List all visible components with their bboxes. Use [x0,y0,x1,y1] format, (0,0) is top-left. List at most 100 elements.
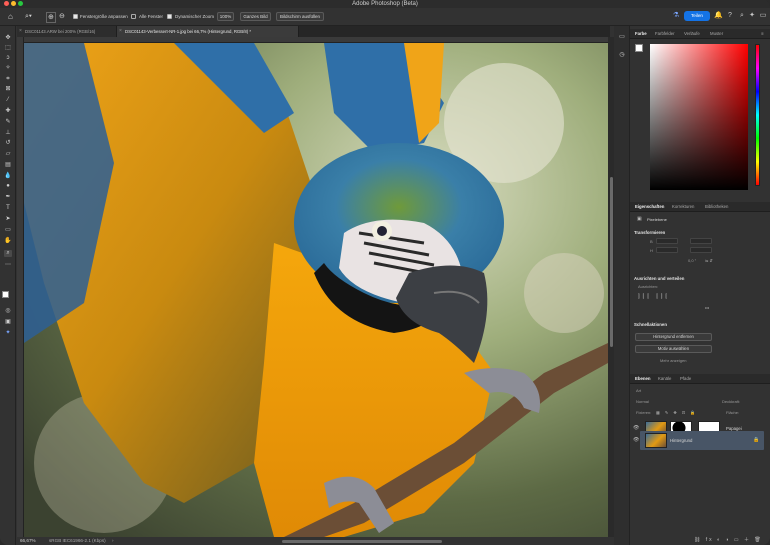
x-field[interactable] [690,238,712,244]
kind-filter[interactable]: Art [636,388,641,393]
saturation-value-field[interactable] [650,44,748,190]
foreground-color-swatch[interactable] [2,291,9,298]
marquee-tool-icon[interactable]: ⬚ [4,45,12,52]
hand-tool-icon[interactable]: ✋ [4,238,12,245]
rectangle-tool-icon[interactable]: ▭ [4,227,12,234]
vertical-scroll-thumb[interactable] [609,177,613,347]
opacity-label: Deckkraft: [722,399,741,404]
tab-color[interactable]: Farbe [635,29,647,39]
more-tools-icon[interactable]: ⋯ [4,262,12,269]
discover-bulb-icon[interactable]: ✦ [748,12,756,20]
eyedropper-tool-icon[interactable]: ⁄ [4,97,12,104]
history-icon[interactable]: ◷ [618,52,626,59]
tab-patterns[interactable]: Muster [710,29,723,39]
tab-jpg-document[interactable]: × DSC01143-Verbessert-NR-1.jpg bei 66,7%… [117,26,299,37]
y-field[interactable] [690,247,712,253]
close-tab-icon[interactable]: × [119,26,122,37]
vertical-ruler[interactable] [17,37,24,537]
dodge-tool-icon[interactable]: ● [4,183,12,190]
tab-paths[interactable]: Pfade [680,374,691,384]
transform-section-title[interactable]: Transformieren [634,230,665,235]
search-icon[interactable]: ⌕ [738,12,746,20]
home-icon[interactable]: ⌂ [8,12,13,21]
type-tool-icon[interactable]: T [4,205,12,212]
layer-name[interactable]: Hintergrund [670,438,692,443]
tab-properties[interactable]: Eigenschaften [635,202,664,212]
zoom-tool-icon[interactable]: ⌕ [4,250,12,257]
fill-screen-button[interactable]: Bildschirm ausfüllen [276,12,324,21]
close-tab-icon[interactable]: × [19,26,22,37]
quick-mask-icon[interactable]: ◎ [4,308,12,315]
color-panel-tabs: Farbe Farbfelder Verläufe Muster ≡ [630,29,770,39]
help-icon[interactable]: ? [726,12,734,20]
document-profile[interactable]: sRGB IEC61966-2.1 (Kbps) [49,537,106,545]
fit-screen-button[interactable]: Ganzes Bild [240,12,271,21]
width-field[interactable] [656,238,678,244]
quick-actions-title[interactable]: Schnellaktionen [634,322,667,327]
foreground-swatch[interactable] [635,44,643,52]
hue-slider[interactable] [755,44,760,186]
align-section-title[interactable]: Ausrichten und verteilen [634,276,684,281]
layers-panel-tabs: Ebenen Kanäle Pfade [630,374,770,384]
eraser-tool-icon[interactable]: ▱ [4,151,12,158]
lock-icons[interactable]: ▦ ✎ ✥ ⊡ 🔒 [656,410,697,415]
layer-row-background[interactable]: 👁 Hintergrund 🔒 [633,431,764,450]
scrubby-zoom-checkbox[interactable] [167,14,172,19]
tab-channels[interactable]: Kanäle [658,374,671,384]
frame-tool-icon[interactable]: ⊠ [4,86,12,93]
resize-windows-checkbox[interactable] [73,14,78,19]
share-button[interactable]: Teilen [684,11,710,21]
workspace-icon[interactable]: ▭ [759,12,767,20]
zoom-level[interactable]: 66,67% [20,537,36,545]
tab-swatches[interactable]: Farbfelder [655,29,675,39]
show-more-link[interactable]: Mehr anzeigen [660,358,686,363]
blur-tool-icon[interactable]: 💧 [4,173,12,180]
visibility-eye-icon[interactable]: 👁 [633,437,639,443]
tab-layers[interactable]: Ebenen [635,374,651,384]
pen-tool-icon[interactable]: ✒ [4,194,12,201]
object-select-tool-icon[interactable]: ✧ [4,65,12,72]
visibility-eye-icon[interactable]: 👁 [633,425,639,431]
title-bar: Adobe Photoshop (Beta) [0,0,770,8]
tab-gradients[interactable]: Verläufe [684,29,700,39]
screen-mode-icon[interactable]: ▣ [4,319,12,326]
document-canvas[interactable] [24,43,608,537]
resize-windows-label: Fensterg­röße anpassen [80,14,128,19]
beaker-icon[interactable]: ⚗ [672,12,680,20]
profile-arrow-icon[interactable]: › [112,537,114,545]
panel-menu-icon[interactable]: ≡ [761,29,764,39]
horizontal-scroll-thumb[interactable] [282,539,442,543]
history-brush-tool-icon[interactable]: ↺ [4,140,12,147]
gradient-tool-icon[interactable]: ▤ [4,162,12,169]
tools-panel: ✥ ⬚ ↄ ✧ ⌗ ⊠ ⁄ ✚ ✎ ⊥ ↺ ▱ ▤ 💧 ● ✒ T ➤ ▭ ✋ … [0,26,16,545]
bell-icon[interactable]: 🔔 [714,12,723,20]
tab-adjustments[interactable]: Korrekturen [672,202,694,212]
comments-icon[interactable]: ▭ [618,34,626,41]
tab-raw-document[interactable]: × DSC01143.ARW bei 200% (RGB/16) [17,26,117,37]
select-subject-button[interactable]: Motiv auswählen [635,345,712,353]
height-field[interactable] [656,247,678,253]
remove-background-button[interactable]: Hintergrund entfernen [635,333,712,341]
zoom-out-icon[interactable]: ⊖ [59,12,65,21]
lock-icon: 🔒 [753,437,760,443]
more-options-icon[interactable]: ••• [705,305,709,310]
path-select-tool-icon[interactable]: ➤ [4,216,12,223]
flip-icons[interactable]: ⇋ ⇵ [705,258,713,263]
all-windows-checkbox[interactable] [131,14,136,19]
zoom-in-icon[interactable]: ⊕ [46,12,56,23]
document-tabs: × DSC01143.ARW bei 200% (RGB/16) × DSC01… [17,26,610,37]
healing-brush-tool-icon[interactable]: ✚ [4,108,12,115]
zoom-100-button[interactable]: 100% [217,12,234,21]
move-tool-icon[interactable]: ✥ [4,35,12,42]
brush-tool-icon[interactable]: ✎ [4,119,12,126]
clone-stamp-tool-icon[interactable]: ⊥ [4,130,12,137]
angle-value[interactable]: 0,0 ° [688,258,696,263]
layer-footer-icons[interactable]: ⛓ fx ◐ ◑ ▭ ＋ 🗑 [694,536,763,543]
blend-mode-select[interactable]: Normal [636,399,649,404]
tab-libraries[interactable]: Bibliotheken [705,202,728,212]
generative-icon[interactable]: ✦ [4,330,12,337]
crop-tool-icon[interactable]: ⌗ [4,76,12,83]
zoom-tool-preset-icon[interactable]: ⌕▾ [25,12,32,21]
lasso-tool-icon[interactable]: ↄ [4,55,12,62]
align-buttons-icon[interactable]: ⫿⫿⫿ ⫿⫿⫿ [638,294,670,300]
